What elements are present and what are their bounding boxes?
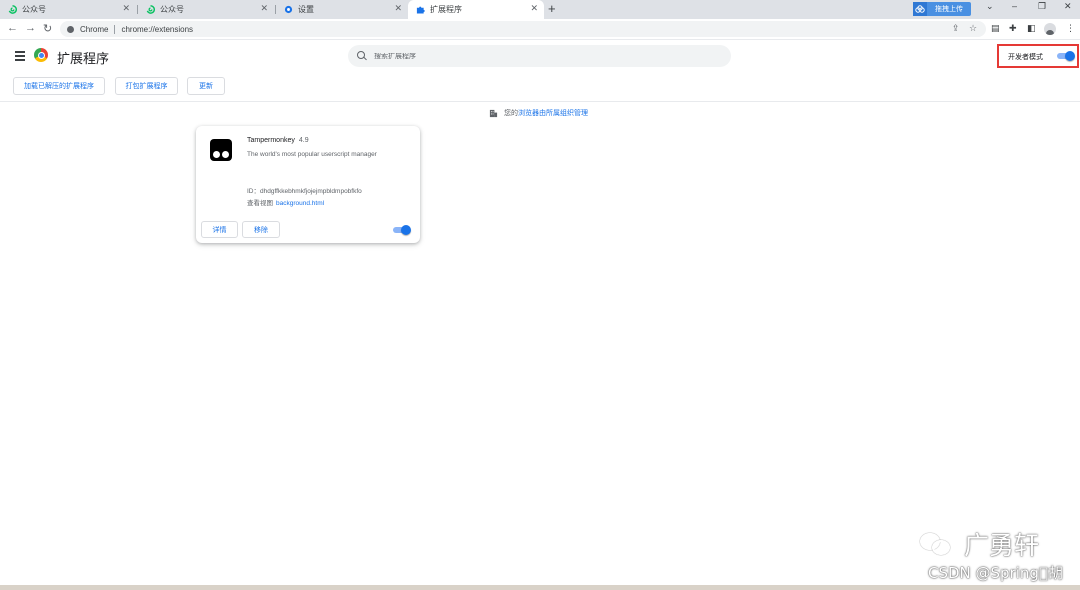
- developer-mode-highlight: 开发者模式: [997, 44, 1079, 68]
- extension-version: 4.9: [298, 137, 309, 144]
- views-label: 查看视图: [247, 200, 273, 207]
- profile-avatar[interactable]: [1044, 23, 1056, 35]
- url-text[interactable]: chrome://extensions: [121, 25, 193, 34]
- bookmark-star-icon[interactable]: ☆: [969, 23, 977, 34]
- extension-card: Tampermonkey 4.9 The world's most popular…: [196, 126, 420, 243]
- tampermonkey-icon: [210, 139, 232, 161]
- extension-id-row: ID：dhdgffkkebhmkfjojejmpbldmpobfkfo: [247, 185, 362, 195]
- watermark-csdn: CSDN @Spring 胡: [928, 564, 1063, 582]
- forward-arrow-icon[interactable]: →: [25, 22, 36, 34]
- tab-wechat-2[interactable]: 公众号 ✕: [138, 0, 274, 19]
- managed-prefix: 您的: [504, 110, 518, 117]
- wechat-public-icon: [146, 5, 155, 14]
- upload-button[interactable]: 拖拽上传: [913, 2, 971, 16]
- tab-settings[interactable]: 设置 ✕: [276, 0, 408, 19]
- site-label: Chrome: [80, 24, 109, 34]
- tab-wechat-1[interactable]: 公众号 ✕: [0, 0, 136, 19]
- extension-id: dhdgffkkebhmkfjojejmpbldmpobfkfo: [260, 188, 362, 195]
- search-box[interactable]: [348, 45, 731, 67]
- developer-mode-toggle[interactable]: [1056, 51, 1075, 61]
- watermark-wechat: 广勇轩: [918, 526, 1039, 562]
- extension-id-label: ID：: [247, 188, 260, 195]
- pack-extension-button[interactable]: 打包扩展程序: [115, 77, 178, 95]
- taskbar-edge: [0, 585, 1080, 590]
- tab-title: 公众号: [22, 5, 46, 14]
- extension-enable-toggle[interactable]: [392, 225, 411, 235]
- restore-icon[interactable]: ❐: [1038, 1, 1046, 12]
- share-icon[interactable]: ⇪: [952, 23, 960, 34]
- toggle-knob: [401, 225, 411, 235]
- search-icon: [357, 51, 367, 61]
- side-panel-icon[interactable]: ◧: [1027, 23, 1036, 34]
- building-icon: [489, 109, 498, 118]
- tab-manager-icon[interactable]: ▤: [991, 23, 1000, 34]
- details-button[interactable]: 详情: [201, 221, 238, 238]
- close-icon[interactable]: ✕: [260, 3, 268, 14]
- background-page-link[interactable]: background.html: [276, 200, 324, 207]
- extension-name: Tampermonkey: [247, 137, 295, 144]
- search-input[interactable]: [374, 52, 714, 60]
- tab-extensions[interactable]: 扩展程序 ✕: [408, 0, 544, 19]
- new-tab-button[interactable]: +: [548, 1, 556, 16]
- developer-mode-label: 开发者模式: [1008, 54, 1043, 61]
- load-unpacked-button[interactable]: 加载已解压的扩展程序: [13, 77, 105, 95]
- more-menu-icon[interactable]: ⋮: [1066, 23, 1075, 34]
- extension-name-row: Tampermonkey 4.9: [247, 137, 309, 144]
- close-icon[interactable]: ✕: [394, 3, 402, 14]
- address-bar[interactable]: Chrome chrome://extensions: [60, 21, 986, 37]
- page-title: 扩展程序: [57, 51, 110, 66]
- extensions-puzzle-icon[interactable]: ✚: [1009, 23, 1017, 34]
- upload-label: 拖拽上传: [935, 6, 963, 13]
- toggle-knob: [1065, 51, 1075, 61]
- reload-icon[interactable]: ↻: [43, 22, 52, 35]
- settings-gear-icon: [284, 5, 293, 14]
- update-button[interactable]: 更新: [187, 77, 225, 95]
- remove-button[interactable]: 移除: [242, 221, 280, 238]
- puzzle-icon: [416, 5, 425, 14]
- tab-strip: 公众号 ✕ 公众号 ✕ 设置 ✕ 扩展程序 ✕ + 拖拽上传 ⌄ – ❐ ✕: [0, 0, 1080, 19]
- site-info-icon[interactable]: [67, 25, 74, 33]
- managed-link[interactable]: 浏览器由所属组织管理: [518, 108, 588, 118]
- close-icon[interactable]: ✕: [530, 3, 538, 14]
- close-icon[interactable]: ✕: [122, 3, 130, 14]
- extension-description: The world's most popular userscript mana…: [247, 151, 377, 158]
- menu-icon[interactable]: [15, 51, 25, 63]
- tab-search-chevron-icon[interactable]: ⌄: [986, 1, 994, 12]
- extension-views-row: 查看视图 background.html: [247, 197, 324, 207]
- back-arrow-icon[interactable]: ←: [7, 22, 18, 34]
- close-window-icon[interactable]: ✕: [1064, 1, 1072, 12]
- cloud-icon: [913, 2, 927, 16]
- minimize-icon[interactable]: –: [1012, 1, 1017, 11]
- wechat-logo-icon: [918, 529, 954, 559]
- tab-title: 公众号: [160, 5, 184, 14]
- tab-title: 设置: [298, 5, 314, 14]
- tab-title: 扩展程序: [430, 5, 462, 14]
- managed-notice: 您的 浏览器由所属组织管理: [489, 108, 588, 118]
- toolbar: ← → ↻ Chrome chrome://extensions ⇪ ☆ ▤ ✚…: [0, 19, 1080, 40]
- chrome-logo-icon: [34, 48, 48, 62]
- watermark-title: 广勇轩: [964, 531, 1040, 560]
- header-divider: [0, 101, 1080, 102]
- wechat-public-icon: [8, 5, 17, 14]
- omnibox-divider: [114, 24, 116, 34]
